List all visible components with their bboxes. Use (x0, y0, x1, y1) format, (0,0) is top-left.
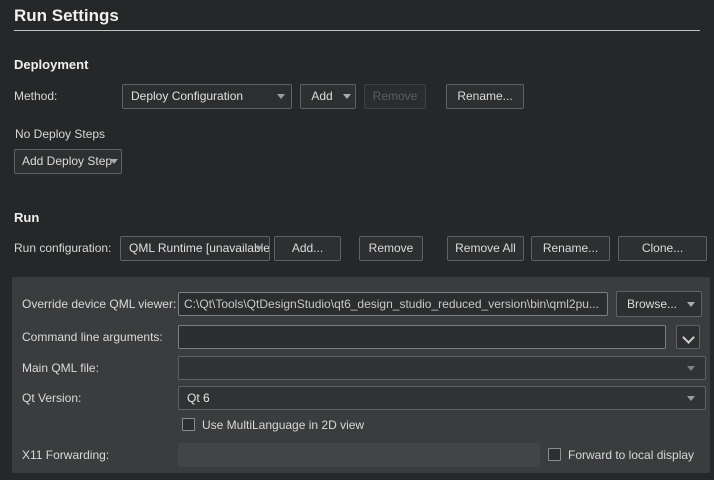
arguments-label: Command line arguments: (22, 325, 163, 349)
run-rename-button[interactable]: Rename... (531, 236, 610, 261)
method-combobox-value: Deploy Configuration (131, 89, 243, 103)
deploy-rename-button[interactable]: Rename... (446, 84, 524, 109)
qt-version-label: Qt Version: (22, 386, 81, 410)
x11-forwarding-input[interactable] (178, 443, 540, 467)
dropdown-arrow-icon (687, 396, 695, 401)
add-split-arrow-icon[interactable] (343, 94, 351, 99)
main-qml-file-label: Main QML file: (22, 356, 99, 380)
qml-viewer-label: Override device QML viewer: (22, 292, 176, 316)
no-deploy-steps-text: No Deploy Steps (15, 122, 105, 147)
qt-version-combobox[interactable]: Qt 6 (178, 386, 706, 410)
qml-viewer-input[interactable] (178, 292, 608, 316)
main-qml-file-combobox[interactable] (178, 356, 706, 380)
run-configuration-label: Run configuration: (14, 236, 111, 261)
page-title: Run Settings (14, 6, 119, 26)
arguments-history-button[interactable] (676, 325, 700, 349)
multilanguage-checkbox[interactable] (182, 418, 195, 431)
deploy-remove-button[interactable]: Remove (364, 84, 426, 109)
method-combobox[interactable]: Deploy Configuration (122, 84, 292, 109)
dropdown-arrow-icon (255, 246, 263, 251)
dropdown-arrow-icon (277, 94, 285, 99)
dropdown-arrow-icon (687, 366, 695, 371)
qt-version-value: Qt 6 (187, 391, 210, 405)
multilanguage-label: Use MultiLanguage in 2D view (202, 418, 364, 433)
run-remove-button[interactable]: Remove (359, 236, 423, 261)
run-add-button[interactable]: Add... (274, 236, 341, 261)
method-label: Method: (14, 84, 57, 109)
run-remove-all-button[interactable]: Remove All (447, 236, 524, 261)
command-line-arguments-input[interactable] (178, 325, 666, 349)
chevron-down-icon (682, 331, 695, 344)
run-details-panel: Override device QML viewer: Browse... Co… (12, 277, 710, 473)
deployment-section-header: Deployment (14, 57, 88, 72)
title-underline (14, 30, 700, 31)
add-deploy-step-arrow-icon (110, 159, 118, 164)
run-configuration-combobox[interactable]: QML Runtime [unavailable] (120, 236, 270, 261)
forward-local-display-label: Forward to local display (568, 448, 694, 463)
run-clone-button[interactable]: Clone... (618, 236, 707, 261)
add-deploy-step-button[interactable]: Add Deploy Step (14, 149, 122, 174)
run-section-header: Run (14, 210, 39, 225)
x11-forwarding-label: X11 Forwarding: (22, 443, 109, 467)
run-settings-page: Run Settings Deployment Method: Deploy C… (0, 0, 714, 480)
forward-local-display-checkbox[interactable] (548, 448, 561, 461)
run-configuration-value: QML Runtime [unavailable] (129, 241, 270, 255)
browse-split-arrow-icon (687, 302, 695, 307)
